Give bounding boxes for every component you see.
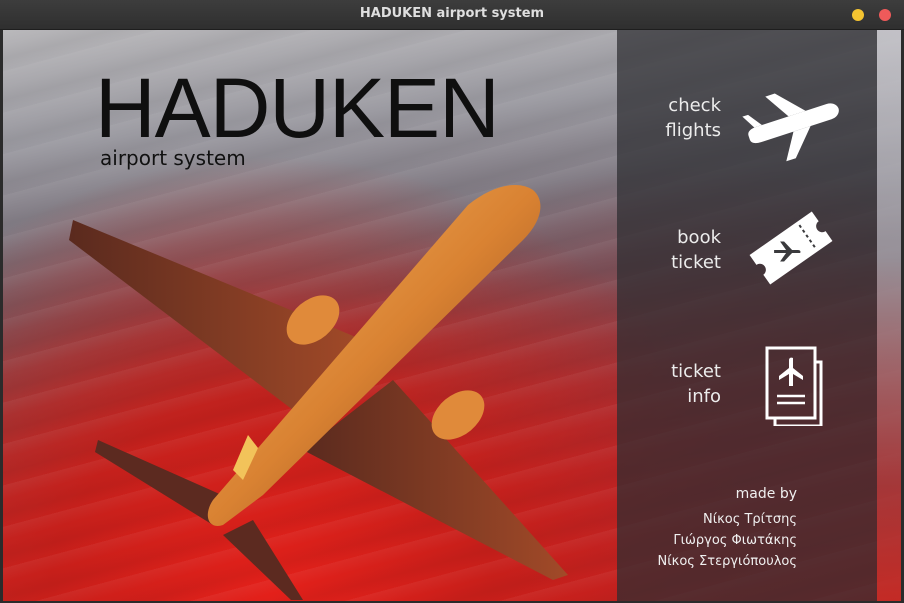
brand-block: HADUKEN airport system — [95, 61, 500, 170]
author-name: Νίκος Στεργιόπουλος — [657, 554, 797, 569]
credits: made by Νίκος Τρίτσης Γιώργος Φιωτάκης Ν… — [658, 484, 797, 572]
book-ticket-button[interactable]: book ticket — [617, 208, 877, 288]
ticket-icon — [749, 211, 833, 285]
ticket-info-button[interactable]: ticket info — [617, 346, 877, 426]
brand-subtitle: airport system — [100, 146, 246, 170]
author-name: Νίκος Τρίτσης — [702, 512, 797, 527]
close-button[interactable] — [879, 9, 891, 21]
check-flights-label: check flights — [665, 95, 721, 141]
document-plane-icon — [765, 346, 823, 426]
ticket-info-label: ticket info — [671, 361, 721, 407]
book-ticket-label: book ticket — [671, 227, 721, 273]
title-bar[interactable]: HADUKEN airport system — [0, 0, 904, 30]
author-name: Γιώργος Φιωτάκης — [673, 533, 797, 548]
window-title: HADUKEN airport system — [359, 6, 545, 21]
main-content: HADUKEN airport system check flights boo… — [3, 30, 901, 601]
brand-name: HADUKEN — [95, 61, 500, 155]
made-by-label: made by — [735, 486, 797, 502]
minimize-button[interactable] — [852, 9, 864, 21]
menu-panel: check flights book ticket ticket info ma… — [617, 30, 877, 601]
background-edge-strip — [877, 30, 901, 601]
airplane-icon — [742, 93, 839, 162]
check-flights-button[interactable]: check flights — [617, 88, 877, 168]
airplane-photo — [69, 185, 568, 600]
app-window: HADUKEN airport system HADUKEN airport s… — [0, 0, 904, 603]
